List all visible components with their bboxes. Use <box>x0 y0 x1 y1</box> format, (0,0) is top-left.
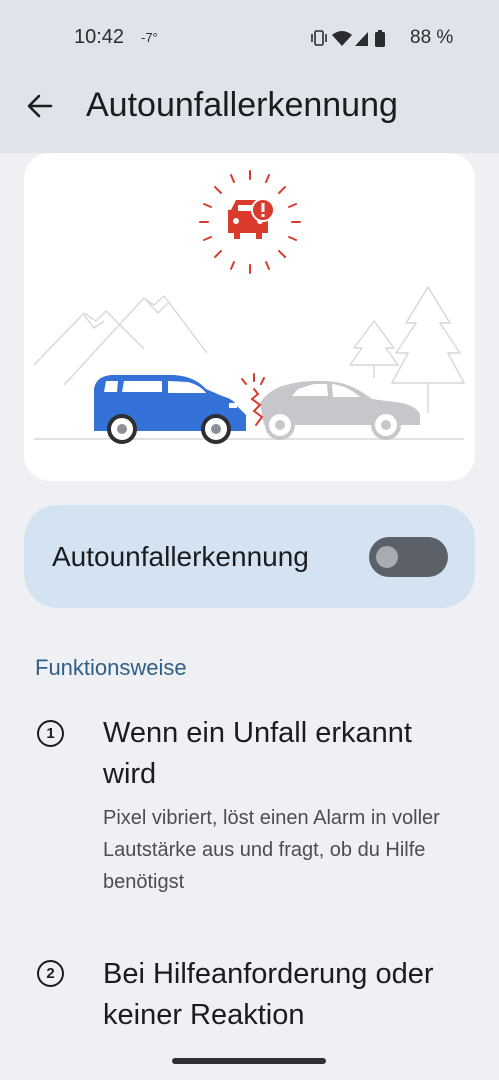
toggle-label: Autounfallerkennung <box>52 541 309 572</box>
step-2-number-icon: 2 <box>37 960 64 987</box>
back-arrow-icon[interactable] <box>26 92 54 120</box>
cellular-signal-icon <box>355 32 368 46</box>
gesture-navigation-handle[interactable] <box>172 1058 326 1064</box>
blue-car <box>94 375 246 444</box>
car-crash-illustration <box>24 153 475 481</box>
vibrate-icon <box>311 30 327 46</box>
battery-percentage: 88 % <box>410 27 454 48</box>
crash-detection-switch[interactable] <box>369 537 448 577</box>
status-time: 10:42 <box>74 26 125 48</box>
status-icons <box>311 30 385 47</box>
gray-car <box>260 380 420 440</box>
step-1-title: Wenn ein Unfall erkannt wird <box>103 717 412 790</box>
section-header: Funktionsweise <box>35 655 187 680</box>
page-title: Autounfallerkennung <box>86 86 398 124</box>
step-1-number-icon: 1 <box>37 720 64 747</box>
step-2-title: Bei Hilfeanforderung oder keiner Reaktio… <box>103 958 434 1031</box>
crash-detection-toggle-row[interactable]: Autounfallerkennung <box>24 505 475 608</box>
battery-icon <box>375 30 385 47</box>
step-1-description: Pixel vibriert, löst einen Alarm in voll… <box>103 807 440 893</box>
status-temperature: -7° <box>141 30 158 45</box>
app-bar: 10:42 -7° 88 % Autounfallerkennung <box>0 0 499 153</box>
mountains-background <box>33 294 208 386</box>
wifi-icon <box>332 31 352 46</box>
status-bar: 10:42 -7° 88 % <box>0 0 499 78</box>
trees-background <box>348 285 466 413</box>
switch-knob <box>376 546 398 568</box>
car-warning-icon <box>228 198 275 239</box>
